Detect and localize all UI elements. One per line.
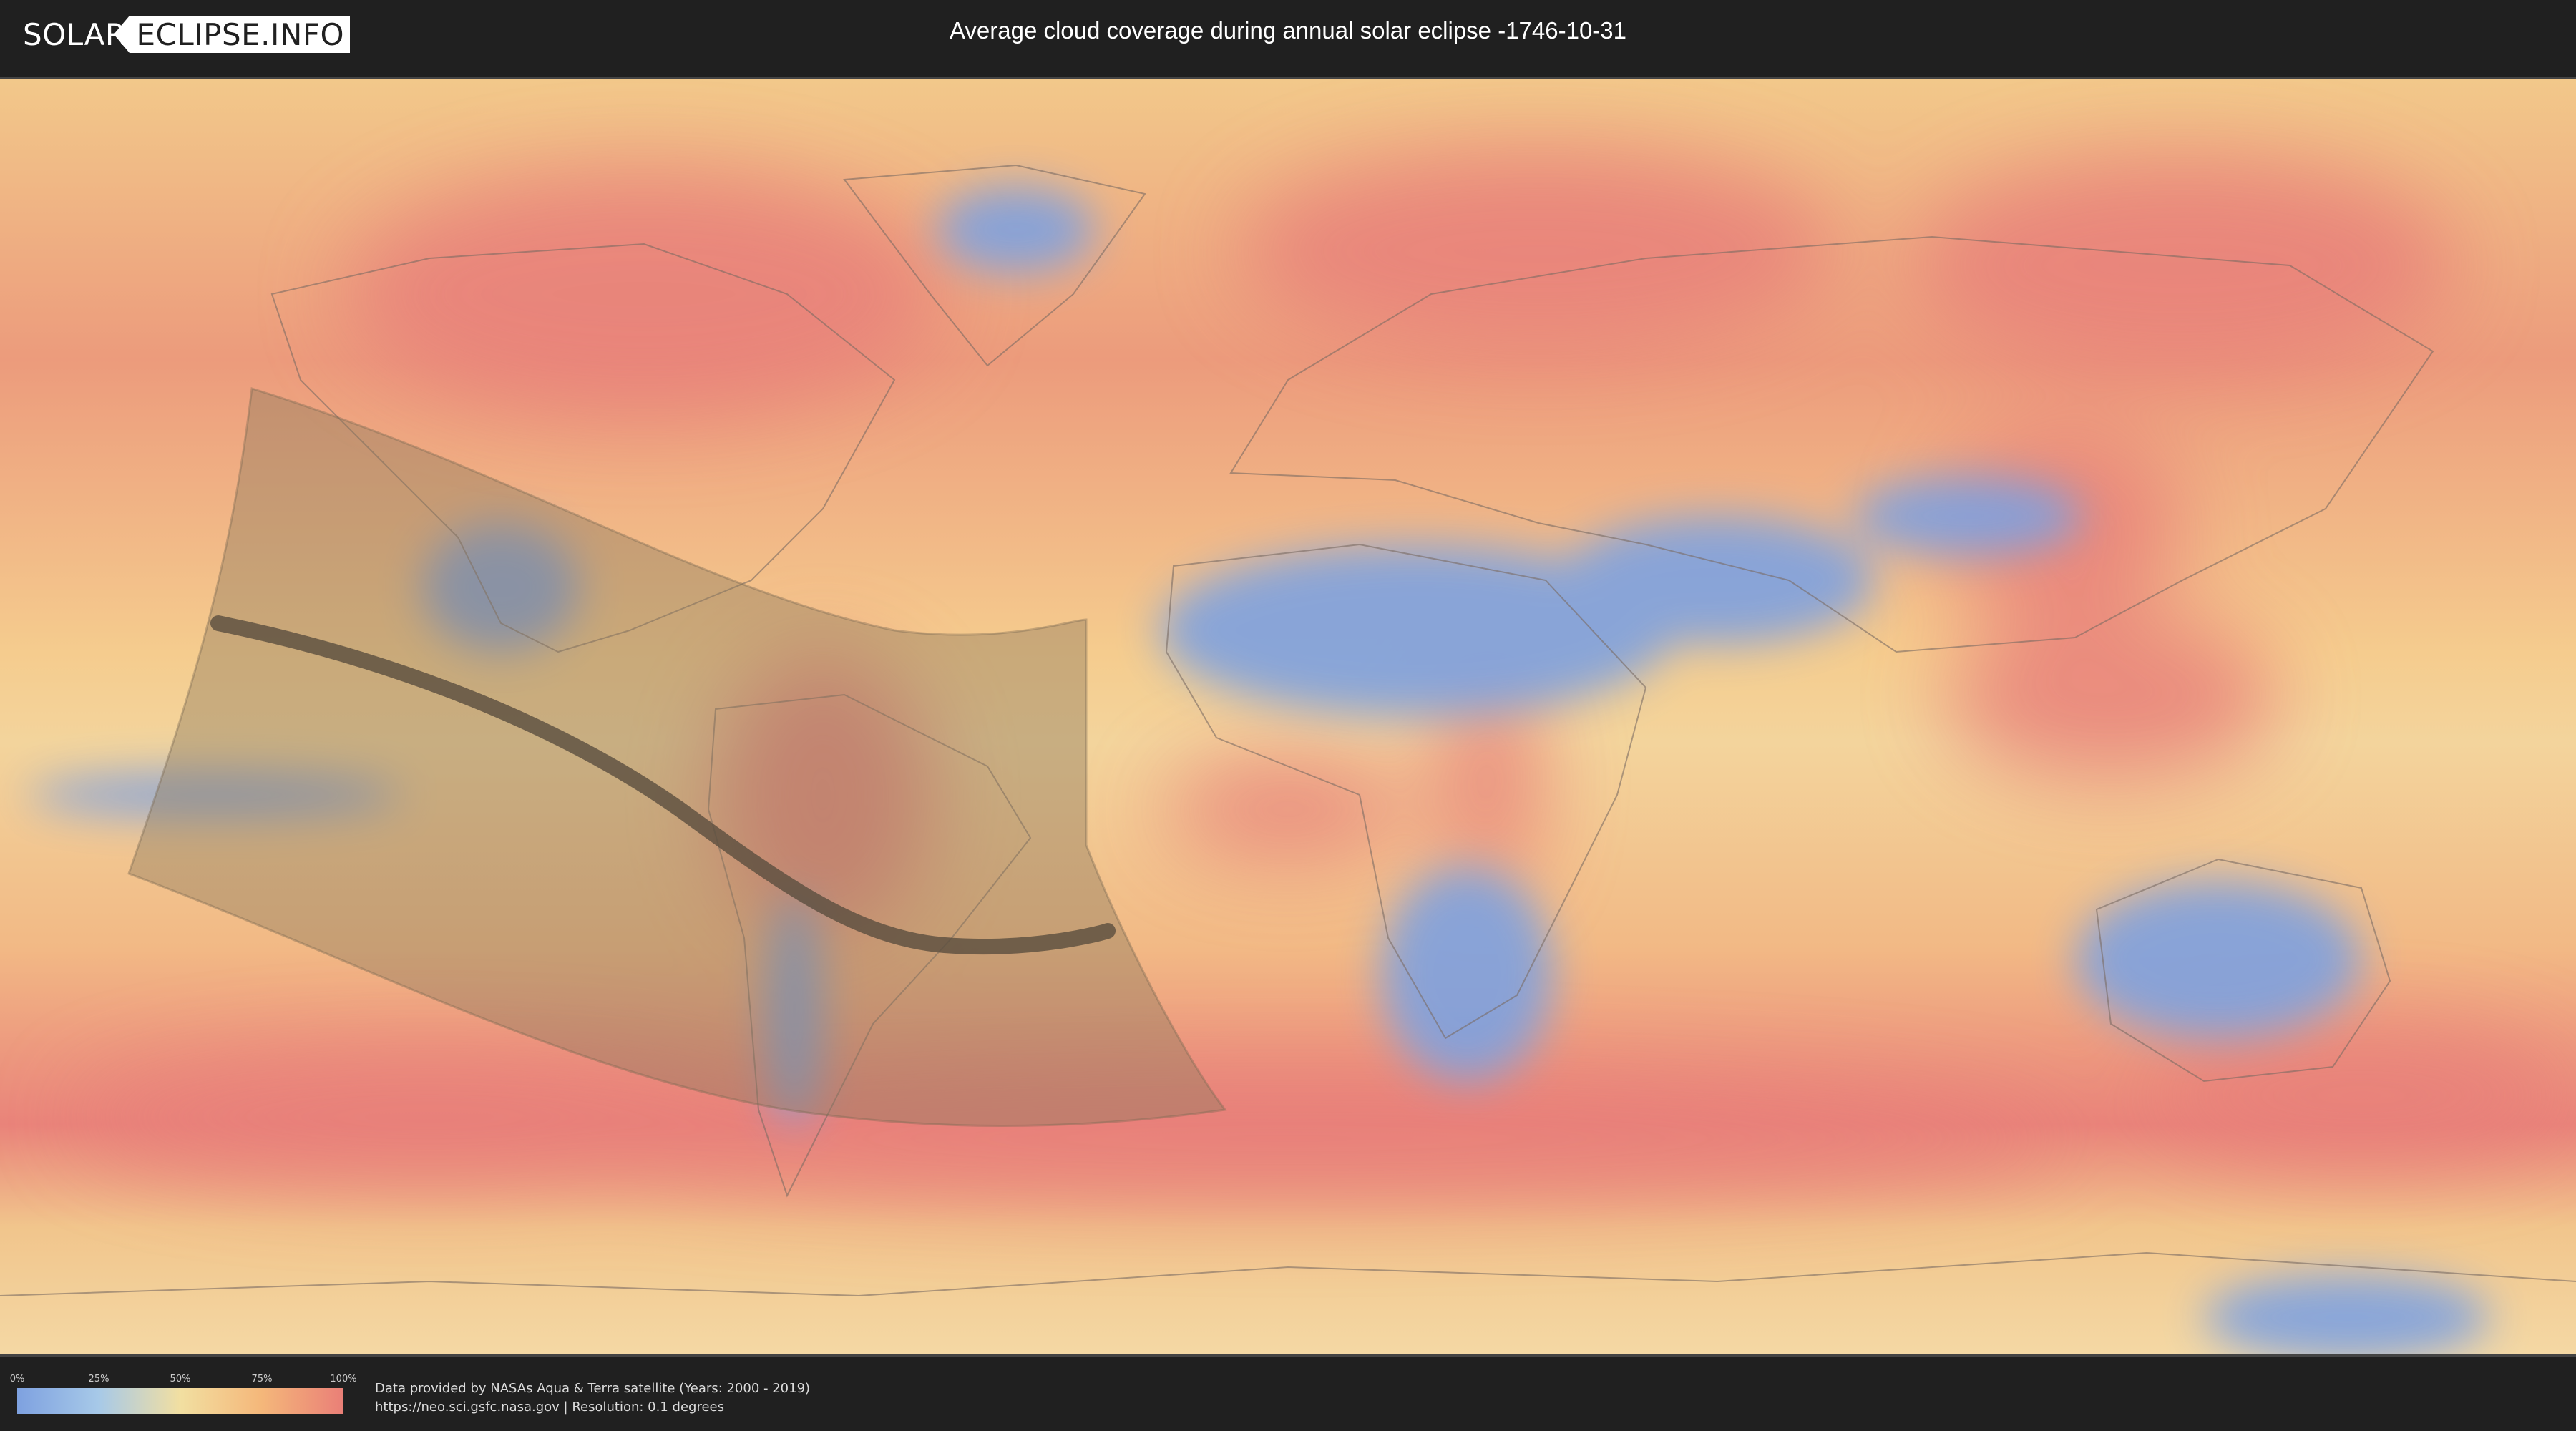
map-canvas (0, 79, 2576, 1354)
legend-gradient-bar (17, 1388, 343, 1414)
cloud-coverage-legend: 0% 25% 50% 75% 100% (10, 1374, 357, 1414)
credits-line-1: Data provided by NASAs Aqua & Terra sate… (375, 1381, 811, 1396)
legend-ticks: 0% 25% 50% 75% 100% (10, 1374, 357, 1387)
legend-tick-25: 25% (88, 1374, 109, 1384)
credits-line-2: https://neo.sci.gsfc.nasa.gov | Resoluti… (375, 1400, 724, 1415)
legend-tick-100: 100% (330, 1374, 357, 1384)
legend-tick-75: 75% (251, 1374, 273, 1384)
header-bar: SOLAR ECLIPSE.INFO Average cloud coverag… (0, 0, 2576, 72)
legend-tick-0: 0% (9, 1374, 25, 1384)
cloud-coverage-map (0, 77, 2576, 1357)
data-credits: Data provided by NASAs Aqua & Terra sate… (375, 1379, 810, 1417)
legend-tick-50: 50% (170, 1374, 191, 1384)
footer-bar: 0% 25% 50% 75% 100% Data provided by NAS… (0, 1357, 2576, 1431)
page-title: Average cloud coverage during annual sol… (949, 17, 1626, 44)
